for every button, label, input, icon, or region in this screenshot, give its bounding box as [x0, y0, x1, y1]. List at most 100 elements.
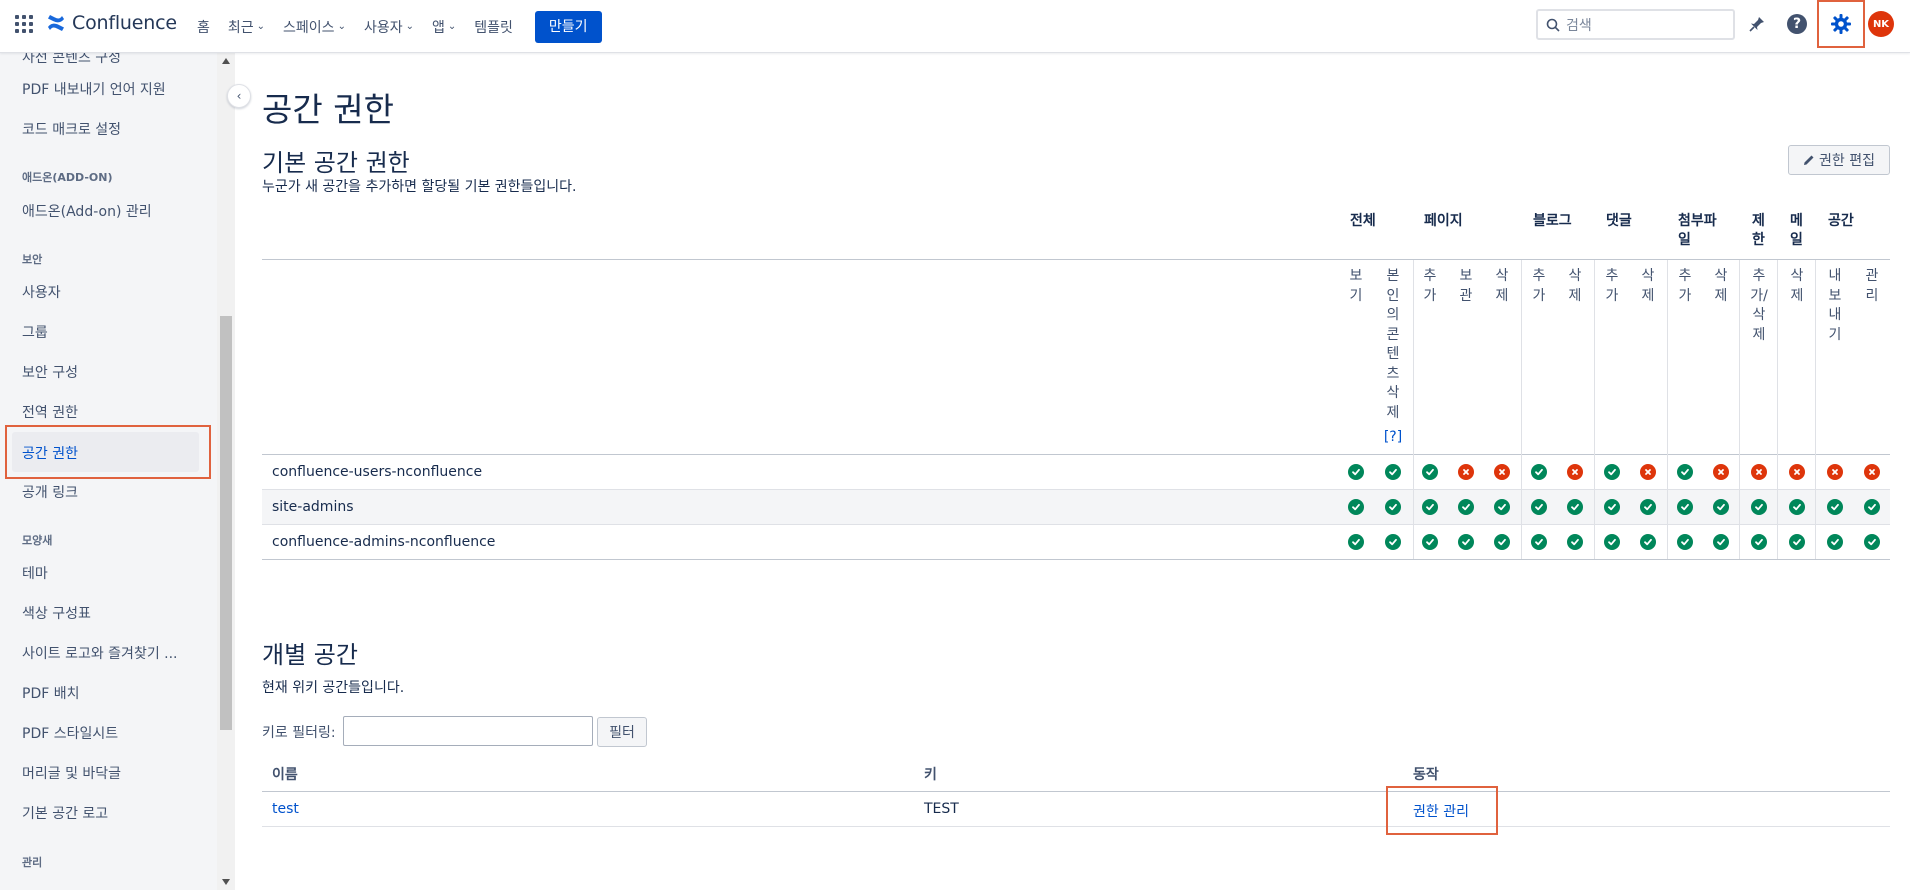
primary-nav: 홈 최근 ⌄ 스페이스 ⌄ 사용자 ⌄ 앱 ⌄ 템플릿 만들기	[188, 0, 602, 53]
chevron-left-icon: ‹	[236, 89, 242, 103]
page-title: 공간 권한	[262, 90, 394, 129]
permission-granted-icon	[1604, 464, 1620, 480]
notification-icon[interactable]	[1745, 12, 1769, 36]
permission-granted-icon	[1640, 534, 1656, 550]
header-divider	[262, 259, 1890, 260]
permission-granted-icon	[1677, 534, 1693, 550]
permission-denied-icon	[1567, 464, 1583, 480]
scroll-up-arrow-icon[interactable]	[222, 58, 230, 64]
nav-spaces[interactable]: 스페이스 ⌄	[274, 0, 355, 53]
nav-people[interactable]: 사용자 ⌄	[355, 0, 423, 53]
nav-recent[interactable]: 최근 ⌄	[219, 0, 274, 53]
delete-own-help-link[interactable]: [?]	[1383, 428, 1403, 448]
nav-home[interactable]: 홈	[188, 0, 219, 53]
permission-granted-icon	[1567, 499, 1583, 515]
settings-button[interactable]	[1817, 0, 1865, 48]
space-name-link[interactable]: test	[272, 801, 299, 817]
app-switcher-icon[interactable]	[15, 15, 33, 33]
permission-column-header: 삭제	[1790, 268, 1804, 304]
group-header-space: 공간	[1828, 213, 1854, 229]
edit-permissions-button[interactable]: 권한 편집	[1788, 145, 1890, 175]
individual-spaces-description: 현재 위키 공간들입니다.	[262, 680, 405, 696]
spaces-header-divider	[262, 791, 1890, 792]
row-divider	[262, 489, 1890, 490]
default-permissions-description: 누군가 새 공간을 추가하면 할당될 기본 권한들입니다.	[262, 179, 577, 195]
permission-granted-icon	[1827, 534, 1843, 550]
permission-column-header: 추가/삭제	[1750, 268, 1768, 343]
sidebar-item-global-permissions[interactable]: 전역 권한	[22, 402, 78, 422]
permission-granted-icon	[1751, 534, 1767, 550]
group-divider	[1521, 260, 1522, 559]
permission-granted-icon	[1640, 499, 1656, 515]
scrollbar-thumb[interactable]	[220, 316, 232, 730]
group-divider	[1815, 260, 1816, 559]
user-avatar[interactable]: NK	[1868, 11, 1894, 37]
permission-column-header: 삭제	[1568, 268, 1582, 304]
collapse-sidebar-button[interactable]: ‹	[227, 84, 251, 108]
permission-granted-icon	[1864, 499, 1880, 515]
permission-denied-icon	[1640, 464, 1656, 480]
permission-denied-icon	[1751, 464, 1767, 480]
sidebar-item-code-macro[interactable]: 코드 매크로 설정	[22, 119, 121, 139]
sidebar-item-color-scheme[interactable]: 색상 구성표	[22, 603, 91, 623]
permission-granted-icon	[1348, 464, 1364, 480]
sidebar-scrollbar[interactable]	[217, 53, 235, 890]
sidebar-item-pdf-layout[interactable]: PDF 배치	[22, 683, 80, 703]
column-header-action: 동작	[1413, 767, 1439, 783]
sidebar-item-pdf-language[interactable]: PDF 내보내기 언어 지원	[22, 79, 166, 99]
permission-column-header: 삭제	[1641, 268, 1655, 304]
chevron-down-icon: ⌄	[256, 21, 266, 32]
sidebar-item-header-footer[interactable]: 머리글 및 바닥글	[22, 763, 121, 783]
app-name: Confluence	[72, 12, 177, 34]
group-header-restrictions: 제한	[1752, 213, 1765, 248]
group-divider	[1413, 260, 1414, 559]
default-permissions-table: 전체 페이지 블로그 댓글 첨부파일 제한 메일 공간 보기 본인의콘텐츠삭제 추가…	[262, 208, 1890, 560]
sidebar-item-groups[interactable]: 그룹	[22, 322, 48, 342]
key-filter-input[interactable]	[343, 716, 593, 746]
permission-granted-icon	[1827, 499, 1843, 515]
column-header-key: 키	[924, 767, 937, 783]
search-input[interactable]: 검색	[1536, 9, 1735, 40]
nav-apps[interactable]: 앱 ⌄	[423, 0, 465, 53]
settings-gear-icon	[1831, 14, 1851, 34]
create-button[interactable]: 만들기	[534, 10, 602, 43]
sidebar-item-public-links[interactable]: 공개 링크	[22, 482, 78, 502]
permission-granted-icon	[1422, 464, 1438, 480]
permission-granted-icon	[1604, 499, 1620, 515]
permission-granted-icon	[1604, 534, 1620, 550]
permission-granted-icon	[1385, 464, 1401, 480]
scroll-down-arrow-icon[interactable]	[222, 879, 230, 885]
group-divider	[1777, 260, 1778, 559]
spaces-row-divider	[262, 826, 1890, 827]
filter-button[interactable]: 필터	[597, 717, 647, 747]
confluence-logo-mark-icon	[48, 15, 64, 31]
group-header-blog: 블로그	[1533, 213, 1572, 229]
sidebar-item-site-logo[interactable]: 사이트 로고와 즐겨찾기 ...	[22, 643, 178, 663]
group-divider	[1739, 260, 1740, 559]
row-divider	[262, 559, 1890, 560]
permission-granted-icon	[1458, 499, 1474, 515]
permission-granted-icon	[1789, 534, 1805, 550]
help-icon[interactable]: ?	[1785, 12, 1809, 36]
sidebar-item-manage-addons[interactable]: 애드온(Add-on) 관리	[22, 201, 152, 221]
sidebar-item-pdf-stylesheet[interactable]: PDF 스타일시트	[22, 723, 118, 743]
sidebar-item-users[interactable]: 사용자	[22, 282, 61, 302]
edit-permissions-label: 권한 편집	[1819, 153, 1875, 169]
group-header-mail: 메일	[1790, 213, 1803, 248]
permission-denied-icon	[1789, 464, 1805, 480]
permission-column-header: 내보내기	[1828, 268, 1842, 343]
search-icon	[1546, 18, 1560, 32]
permission-denied-icon	[1494, 464, 1510, 480]
sidebar-item-default-space-logo[interactable]: 기본 공간 로고	[22, 803, 108, 823]
sidebar-item-security-config[interactable]: 보안 구성	[22, 362, 78, 382]
nav-apps-label: 앱	[432, 19, 445, 36]
permission-granted-icon	[1751, 499, 1767, 515]
sidebar-item-themes[interactable]: 테마	[22, 563, 48, 583]
permission-granted-icon	[1494, 499, 1510, 515]
sidebar-item-space-permissions[interactable]: 공간 권한	[22, 443, 78, 463]
chevron-down-icon: ⌄	[405, 21, 414, 32]
nav-templates[interactable]: 템플릿	[465, 0, 522, 53]
confluence-logo[interactable]: Confluence	[46, 12, 177, 34]
column-header-name: 이름	[272, 767, 298, 783]
permission-denied-icon	[1458, 464, 1474, 480]
